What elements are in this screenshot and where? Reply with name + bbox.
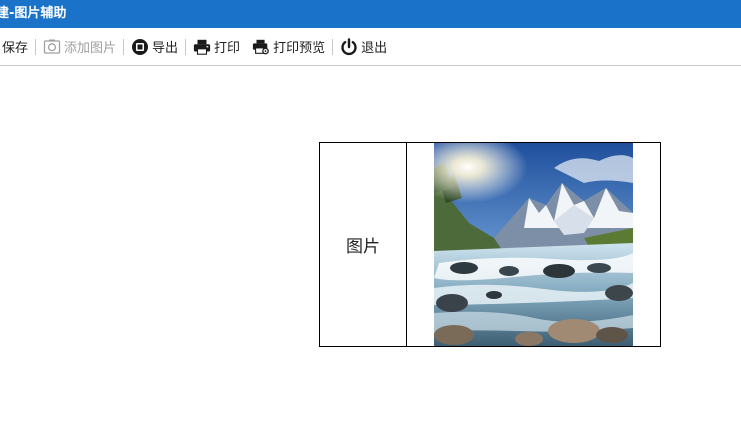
mountain-stream-photo[interactable] [434,143,633,346]
window-title: 建-图片辅助 [0,6,67,21]
printer-icon [193,38,211,56]
window-titlebar: 建-图片辅助 [0,0,741,28]
camera-icon [43,38,61,56]
exit-button[interactable]: 退出 [338,35,389,59]
toolbar-separator [35,38,37,55]
add-picture-button-label: 添加图片 [64,41,117,56]
picture-table: 图片 [319,142,661,347]
print-button-label: 打印 [214,41,241,56]
print-preview-icon [252,38,270,56]
export-button[interactable]: 导出 [129,35,180,59]
picture-field-label: 图片 [346,237,380,257]
power-icon [340,37,358,56]
export-icon [131,38,149,56]
picture-image-cell[interactable] [407,143,660,346]
picture-label-cell: 图片 [320,143,407,346]
print-preview-button-label: 打印预览 [273,41,326,56]
toolbar: 保存 添加图片 导出 打印 打印预览 退出 [0,28,741,66]
add-picture-button[interactable]: 添加图片 [41,35,118,59]
toolbar-separator [332,38,334,55]
export-button-label: 导出 [152,41,179,56]
save-button-label: 保存 [2,41,29,56]
toolbar-separator [185,38,187,55]
print-preview-button[interactable]: 打印预览 [250,35,327,59]
exit-button-label: 退出 [361,41,388,56]
toolbar-separator [123,38,125,55]
print-button[interactable]: 打印 [191,35,242,59]
document-canvas: 图片 [0,66,741,429]
save-button[interactable]: 保存 [0,35,30,59]
